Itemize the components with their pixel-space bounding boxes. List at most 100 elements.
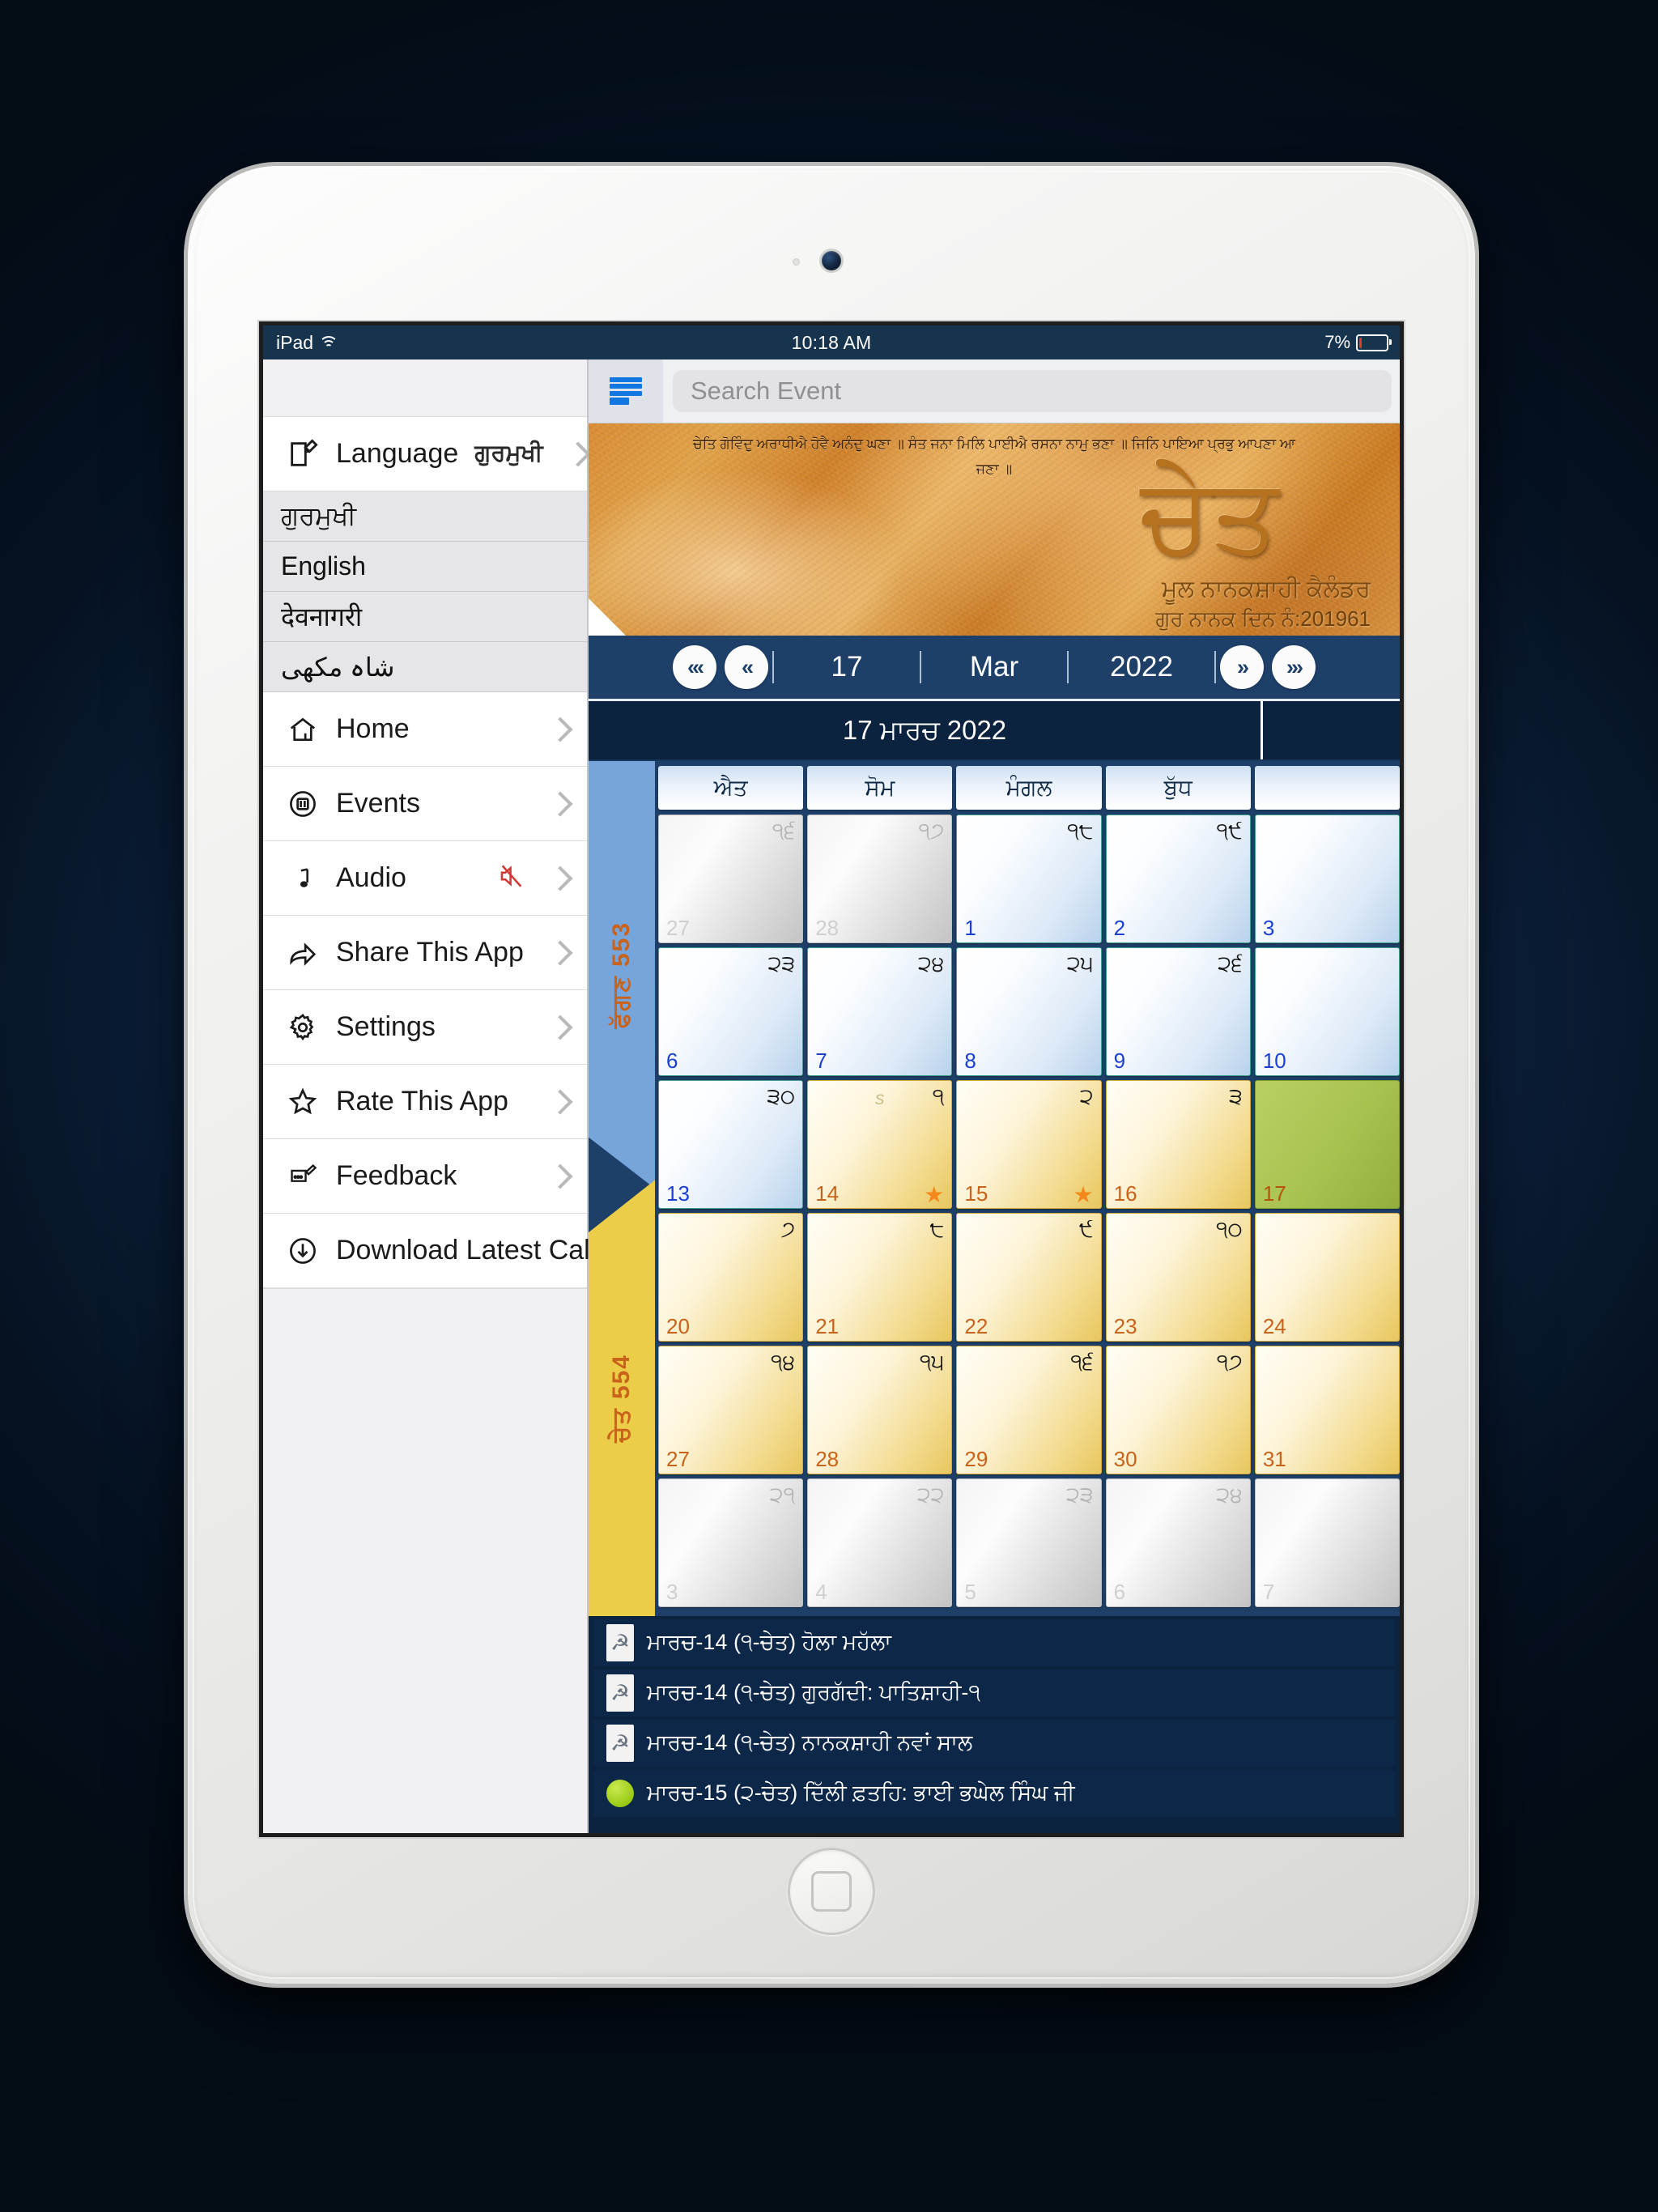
calendar-day-cell[interactable]: ੧੭ 30 [1105,1346,1251,1474]
last-date-button[interactable]: ›» [1272,645,1316,689]
punjabi-date-row: 17 ਮਾਰਚ 2022 [589,701,1400,761]
next-date-button[interactable]: » [1220,645,1264,689]
nanakshahi-day-number: ੧੮ [1067,819,1094,843]
calendar-day-cell[interactable]: ੧੭ 28 [807,815,953,943]
calendar-day-cell[interactable]: ੨ 15 ★ [956,1080,1102,1209]
battery-percent-label: 7% [1324,332,1350,352]
calendar-day-cell[interactable]: ੨੩ 6 [658,947,804,1076]
gregorian-day-number: 30 [1113,1447,1137,1471]
gregorian-day-number: 14 [815,1181,840,1206]
download-icon [286,1234,320,1268]
compose-icon [286,437,320,471]
gregorian-day-number: 3 [1262,916,1275,940]
search-input[interactable] [673,370,1392,412]
calendar-day-cell[interactable]: ੮ 21 [807,1213,953,1342]
list-item[interactable]: ਮਾਰਚ-15 (੨-ਚੇਤ) ਦਿੱਲੀ ਫ਼ਤਹਿ: ਭਾਈ ਭਘੇਲ ਸਿ… [593,1770,1395,1817]
banner-quote-line1: ਚੇਤਿ ਗੋਵਿੰਦੁ ਅਰਾਧੀਐ ਹੋਵੈ ਅਨੰਦੁ ਘਣਾ ॥ ਸੰਤ… [692,436,1296,452]
sidebar-item-language[interactable]: Language ਗੁਰਮੁਖੀ [263,417,591,491]
calendar-day-cell[interactable]: ੨੫ 8 [956,947,1102,1076]
nanakshahi-day-number: ੩੦ [767,1084,796,1108]
calendar-day-cell[interactable]: ੩ 16 [1105,1080,1251,1209]
gregorian-day-number: 17 [1262,1181,1286,1206]
front-camera [822,251,841,270]
calendar-day-cell[interactable]: ੧੦ 23 [1105,1213,1251,1342]
banner-month-glyph: ਚੇਤ [1140,456,1278,574]
list-item[interactable]: ☭ ਮਾਰਚ-14 (੧-ਚੇਤ) ਨਾਨਕਸ਼ਾਹੀ ਨਵਾਂ ਸਾਲ [593,1720,1395,1767]
calendar-day-cell[interactable]: ੧੮ 1 [956,815,1102,943]
calendar-day-cell[interactable]: ੨੧ 3 [658,1478,804,1607]
language-label: Language [336,438,459,469]
calendar-day-cell[interactable]: s ੧ 14 ★ [807,1080,953,1209]
nanakshahi-day-number: ੧੭ [918,819,945,843]
date-month-value[interactable]: Mar [920,651,1067,683]
calendar-day-cell[interactable]: ੯ 22 [956,1213,1102,1342]
sidebar-item-download-latest-calendar[interactable]: Download Latest Calendar [263,1214,699,1288]
calendar-day-cell[interactable]: ੨੪ 6 [1105,1478,1251,1607]
home-button[interactable] [788,1848,875,1935]
sidebar-item-home[interactable]: Home [263,692,587,767]
weekday-header-cell [1254,766,1400,810]
gregorian-day-number: 22 [964,1314,988,1338]
app-root: Language ਗੁਰਮੁਖੀ ਗੁਰਮੁਖੀ English देवनागर… [263,359,1400,1833]
calendar-week-row: ੨੩ 6 ੨੪ 7 ੨੫ 8 ੨੬ 9 10 [658,947,1400,1076]
calendar-day-cell[interactable]: 7 [1254,1478,1400,1607]
gregorian-day-number: 1 [964,916,976,940]
status-bar: iPad 10:18 AM 7% [263,325,1400,359]
sidebar-item-audio[interactable]: Audio [263,841,587,916]
calendar-day-cell[interactable]: ੧੬ 29 [956,1346,1102,1474]
home-icon [286,713,320,747]
language-option-devanagari[interactable]: देवनागरी [263,592,587,642]
gregorian-day-number: 21 [815,1314,840,1338]
language-option-shahmukhi[interactable]: شاہ مکھی [263,642,587,692]
sidebar-item-rate-this-app[interactable]: Rate This App [263,1065,587,1139]
calendar-day-cell[interactable]: ੨੨ 4 [807,1478,953,1607]
language-option-gurmukhi[interactable]: ਗੁਰਮੁਖੀ [263,491,587,542]
calendar-day-cell[interactable]: 10 [1254,947,1400,1076]
weekday-header-cell: ਸੋਮ [807,766,953,810]
calendar-day-cell[interactable]: ੩੦ 13 [658,1080,804,1209]
calendar-day-cell[interactable]: ੧੯ 2 [1105,815,1251,943]
chevron-right-icon [565,440,591,467]
date-day-value[interactable]: 17 [772,651,920,683]
calendar-day-cell[interactable]: ੧੬ 27 [658,815,804,943]
language-option-english[interactable]: English [263,542,587,592]
sidebar-empty-area [263,1288,587,1833]
calendar-day-cell[interactable]: ੨੪ 7 [807,947,953,1076]
gregorian-day-number: 20 [666,1314,690,1338]
calendar-day-cell[interactable]: ੨੩ 5 [956,1478,1102,1607]
sidebar-item-events[interactable]: Events [263,767,587,841]
prev-date-button[interactable]: « [725,645,768,689]
month-band-chet: ਚੇਤ 554 [589,1180,655,1616]
gregorian-day-number: 27 [666,916,690,940]
mute-icon[interactable] [496,862,527,895]
share-icon [286,936,320,970]
sidebar-item-feedback[interactable]: Feedback [263,1139,587,1214]
sidebar-item-settings[interactable]: Settings [263,990,587,1065]
gregorian-day-number: 28 [815,916,840,940]
calendar-day-cell[interactable]: ੨੬ 9 [1105,947,1251,1076]
event-text: ਮਾਰਚ-14 (੧-ਚੇਤ) ਨਾਨਕਸ਼ਾਹੀ ਨਵਾਂ ਸਾਲ [647,1730,973,1755]
weekday-header-cell: ਬੁੱਧ [1105,766,1251,810]
calendar-day-cell[interactable]: 31 [1254,1346,1400,1474]
gregorian-day-number: 5 [964,1580,976,1604]
list-item[interactable]: ☭ ਮਾਰਚ-14 (੧-ਚੇਤ) ਗੁਰਗੱਦੀ: ਪਾਤਿਸ਼ਾਹੀ-੧ [593,1670,1395,1716]
calendar-day-cell[interactable]: ੭ 20 [658,1213,804,1342]
banner-nanak-day: ਗੁਰ ਨਾਨਕ ਦਿਨ ਨੰ:201961 [1155,606,1371,631]
banner-subtitle: ਮੂਲ ਨਾਨਕਸ਼ਾਹੀ ਕੈਲੰਡਰ [1161,576,1371,602]
gregorian-day-number: 29 [964,1447,988,1471]
nanakshahi-day-number: ੨੩ [1066,1482,1094,1507]
chevron-right-icon [547,1014,573,1040]
calendar-day-cell[interactable]: 3 [1254,815,1400,943]
list-item[interactable]: ☭ ਮਾਰਚ-14 (੧-ਚੇਤ) ਹੋਲਾ ਮਹੱਲਾ [593,1619,1395,1666]
gregorian-day-number: 2 [1113,916,1126,940]
main-content: ਚੇਤਿ ਗੋਵਿੰਦੁ ਅਰਾਧੀਐ ਹੋਵੈ ਅਨੰਦੁ ਘਣਾ ॥ ਸੰਤ… [589,359,1400,1833]
sidebar-item-share-this-app[interactable]: Share This App [263,916,587,990]
list-view-icon[interactable] [589,359,663,423]
calendar-day-cell[interactable]: ੧੫ 28 [807,1346,953,1474]
calendar-day-cell[interactable]: 24 [1254,1213,1400,1342]
first-date-button[interactable]: «‹ [673,645,716,689]
calendar-day-cell[interactable]: ੧੪ 27 [658,1346,804,1474]
nanakshahi-day-number: ੭ [780,1217,796,1241]
calendar-day-cell[interactable]: 17 [1254,1080,1400,1209]
date-year-value[interactable]: 2022 [1067,651,1216,683]
